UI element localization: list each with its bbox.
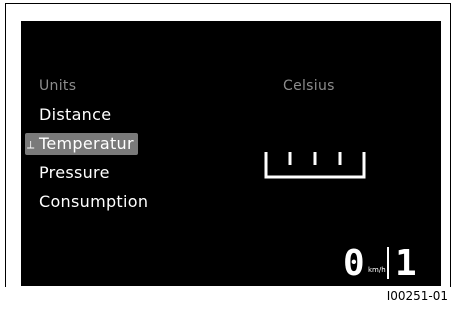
menu-item-label: Temperatur <box>39 134 134 153</box>
menu-item-label: Consumption <box>39 192 149 211</box>
display-screen: Units Distance ⟂ Temperatur Pressure Cons… <box>21 21 441 286</box>
thermometer-scale-icon <box>264 152 366 179</box>
menu-item-pressure[interactable]: Pressure <box>39 163 110 182</box>
status-divider <box>387 247 389 279</box>
selected-unit-value: Celsius <box>283 78 335 94</box>
arrow-selector-icon: ⟂ <box>27 138 35 151</box>
menu-title: Units <box>39 78 77 94</box>
menu-item-temperature[interactable]: ⟂ Temperatur <box>25 133 138 155</box>
menu-item-label: Distance <box>39 105 112 124</box>
speed-unit: km/h <box>368 266 386 274</box>
menu-item-consumption[interactable]: Consumption <box>39 192 148 211</box>
menu-item-distance[interactable]: Distance <box>39 105 111 124</box>
figure-id: I00251-01 <box>386 289 448 303</box>
gear-indicator: 1 <box>395 243 417 284</box>
menu-item-label: Pressure <box>39 163 110 182</box>
speed-readout: 0 <box>343 243 365 284</box>
